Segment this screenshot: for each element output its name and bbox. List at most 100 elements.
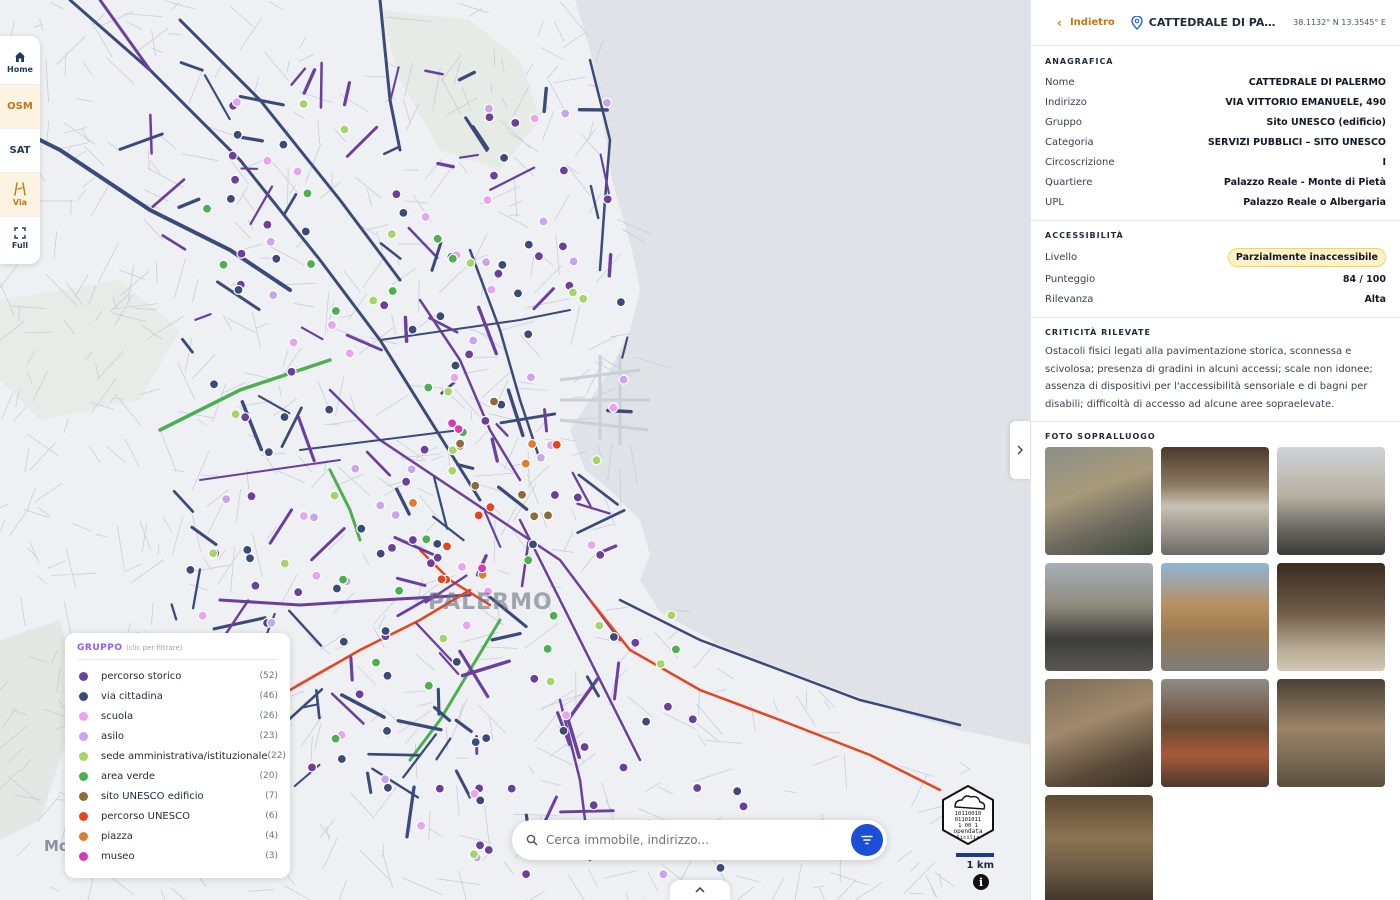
map-marker[interactable] — [432, 233, 443, 244]
map-marker[interactable] — [578, 293, 589, 304]
map-marker[interactable] — [218, 259, 229, 270]
map-marker[interactable] — [330, 305, 341, 317]
map-marker[interactable] — [262, 155, 273, 166]
legend-item[interactable]: sede amministrativa/istituzionale (22) — [77, 746, 286, 766]
map-marker[interactable] — [382, 670, 393, 681]
map-marker[interactable] — [488, 396, 500, 407]
map-marker[interactable] — [526, 438, 538, 450]
legend-item[interactable]: piazza (4) — [77, 826, 278, 846]
map-marker[interactable] — [288, 337, 299, 348]
map-marker[interactable] — [533, 251, 545, 262]
map-marker[interactable] — [330, 733, 341, 744]
map-marker[interactable] — [231, 96, 242, 108]
map-marker[interactable] — [268, 290, 279, 301]
map-marker[interactable] — [407, 534, 418, 546]
map-marker[interactable] — [535, 452, 547, 463]
map-marker[interactable] — [630, 637, 641, 648]
map-marker[interactable] — [390, 509, 401, 521]
map-marker[interactable] — [572, 492, 583, 503]
map-marker[interactable] — [527, 539, 539, 550]
map-marker[interactable] — [488, 170, 500, 181]
map-marker[interactable] — [336, 753, 347, 765]
map-marker[interactable] — [432, 552, 443, 563]
map-marker[interactable] — [510, 117, 521, 129]
map-marker[interactable] — [738, 801, 749, 812]
map-marker[interactable] — [407, 497, 419, 508]
map-marker[interactable] — [477, 563, 488, 574]
map-marker[interactable] — [506, 783, 517, 794]
legend-item[interactable]: museo (3) — [77, 846, 278, 866]
map-marker[interactable] — [523, 329, 534, 340]
map-marker[interactable] — [308, 512, 320, 523]
map-marker[interactable] — [434, 783, 445, 794]
back-button[interactable]: ‹ Indietro — [1057, 16, 1115, 30]
map-marker[interactable] — [324, 404, 335, 415]
map-marker[interactable] — [601, 97, 613, 108]
map-marker[interactable] — [302, 188, 313, 199]
map-marker[interactable] — [732, 786, 743, 797]
map-marker[interactable] — [338, 636, 349, 647]
map-marker[interactable] — [279, 558, 290, 569]
collapse-panel-button[interactable] — [1010, 421, 1030, 479]
map-marker[interactable] — [461, 620, 472, 631]
map-marker[interactable] — [558, 165, 570, 176]
map-marker[interactable] — [658, 869, 669, 880]
map-marker[interactable] — [185, 564, 196, 576]
map-marker[interactable] — [455, 438, 466, 449]
map-marker[interactable] — [244, 553, 256, 564]
map-marker[interactable] — [398, 207, 409, 218]
map-marker[interactable] — [271, 253, 282, 264]
map-marker[interactable] — [386, 229, 397, 240]
map-marker[interactable] — [306, 762, 318, 773]
map-marker[interactable] — [715, 862, 726, 874]
map-marker[interactable] — [480, 415, 491, 426]
map-marker[interactable] — [464, 349, 475, 360]
map-marker[interactable] — [465, 257, 476, 269]
map-marker[interactable] — [470, 480, 481, 491]
map-marker[interactable] — [406, 464, 417, 475]
legend-item[interactable]: percorso storico (52) — [77, 666, 278, 686]
map-marker[interactable] — [339, 124, 350, 135]
map-marker[interactable] — [298, 510, 309, 522]
map-marker[interactable] — [227, 150, 238, 161]
map-marker[interactable] — [387, 285, 398, 297]
map-marker[interactable] — [447, 465, 458, 476]
map-marker[interactable] — [423, 382, 434, 393]
photo-doorway[interactable] — [1277, 563, 1385, 671]
map-marker[interactable] — [292, 166, 303, 177]
map-marker[interactable] — [344, 348, 355, 359]
map-marker[interactable] — [379, 300, 390, 311]
map-marker[interactable] — [401, 476, 412, 487]
search-input[interactable] — [546, 833, 851, 847]
map-marker[interactable] — [386, 542, 398, 554]
osm-layer-button[interactable]: OSM — [0, 84, 40, 128]
map-marker[interactable] — [529, 673, 540, 684]
map-marker[interactable] — [523, 555, 534, 566]
map-marker[interactable] — [586, 539, 597, 551]
map-marker[interactable] — [250, 580, 261, 591]
map-marker[interactable] — [337, 574, 349, 585]
map-marker[interactable] — [432, 538, 443, 550]
map-marker[interactable] — [529, 511, 540, 522]
legend-item[interactable]: asilo (23) — [77, 726, 278, 746]
map-marker[interactable] — [354, 689, 365, 700]
map-marker[interactable] — [419, 444, 430, 455]
map-marker[interactable] — [568, 256, 579, 267]
map-marker[interactable] — [233, 284, 244, 295]
map-marker[interactable] — [588, 800, 599, 811]
map-marker[interactable] — [516, 489, 528, 500]
map-marker[interactable] — [497, 259, 508, 270]
map-marker[interactable] — [208, 379, 220, 390]
map-marker[interactable] — [483, 103, 494, 114]
photo-narrow-stair[interactable] — [1045, 795, 1153, 900]
map-marker[interactable] — [381, 725, 393, 737]
map-marker[interactable] — [473, 510, 484, 521]
legend-item[interactable]: area verde (20) — [77, 766, 278, 786]
info-button[interactable]: i — [973, 874, 989, 890]
map-marker[interactable] — [670, 644, 682, 655]
map-marker[interactable] — [197, 610, 208, 621]
sat-layer-button[interactable]: SAT — [0, 128, 40, 172]
map-marker[interactable] — [602, 194, 613, 205]
map-marker[interactable] — [545, 676, 556, 687]
map-marker[interactable] — [594, 620, 605, 631]
